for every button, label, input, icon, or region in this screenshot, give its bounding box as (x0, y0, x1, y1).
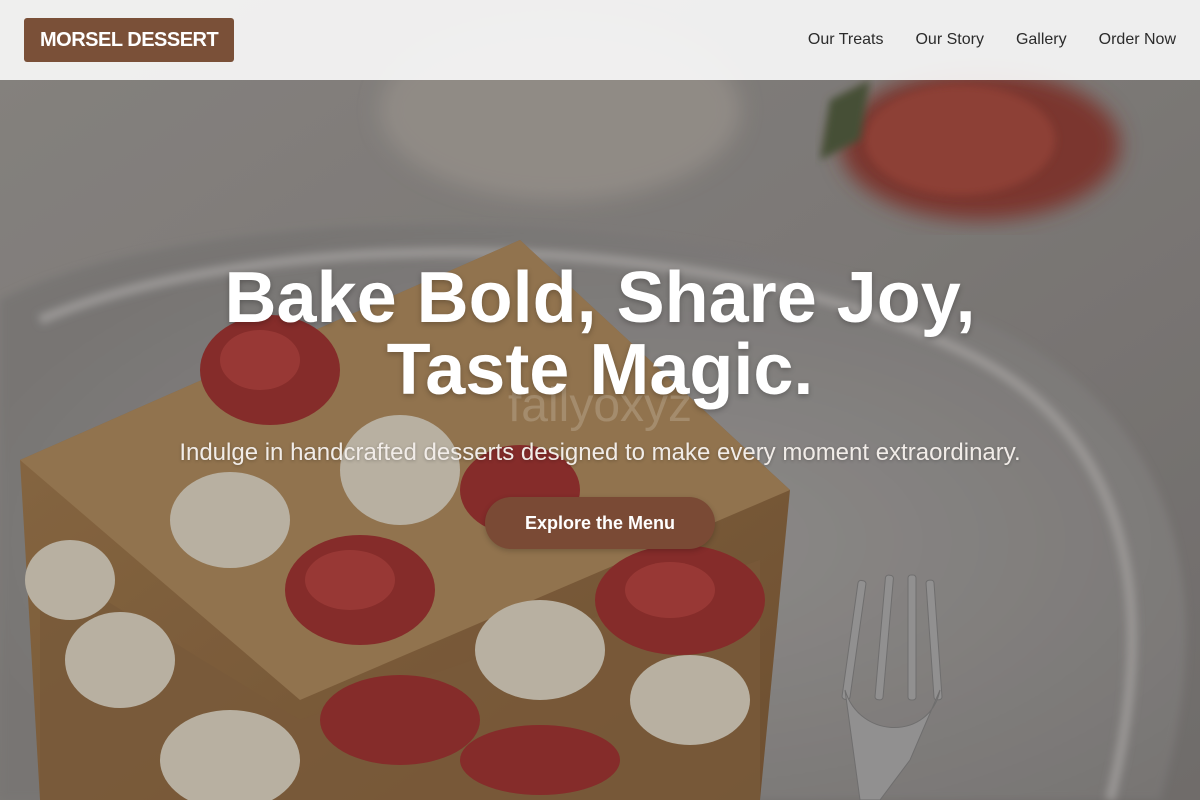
hero-subtitle: Indulge in handcrafted desserts designed… (179, 439, 1021, 466)
nav-link-order-now[interactable]: Order Now (1099, 28, 1176, 52)
nav-link-our-story[interactable]: Our Story (915, 28, 983, 52)
nav-link-our-treats[interactable]: Our Treats (808, 28, 884, 52)
nav-link-gallery[interactable]: Gallery (1016, 28, 1067, 52)
top-navbar: MORSEL DESSERT Our Treats Our Story Gall… (0, 0, 1200, 80)
hero-title-line-1: Bake Bold, Share Joy, (224, 258, 976, 338)
main-nav: Our Treats Our Story Gallery Order Now (808, 0, 1176, 80)
brand-logo[interactable]: MORSEL DESSERT (24, 18, 235, 62)
hero-title: Bake Bold, Share Joy, Taste Magic. (150, 262, 1050, 406)
hero-title-line-2: Taste Magic. (386, 330, 814, 410)
hero-section: Bake Bold, Share Joy, Taste Magic. Indul… (0, 262, 1200, 549)
explore-menu-button[interactable]: Explore the Menu (484, 497, 716, 549)
